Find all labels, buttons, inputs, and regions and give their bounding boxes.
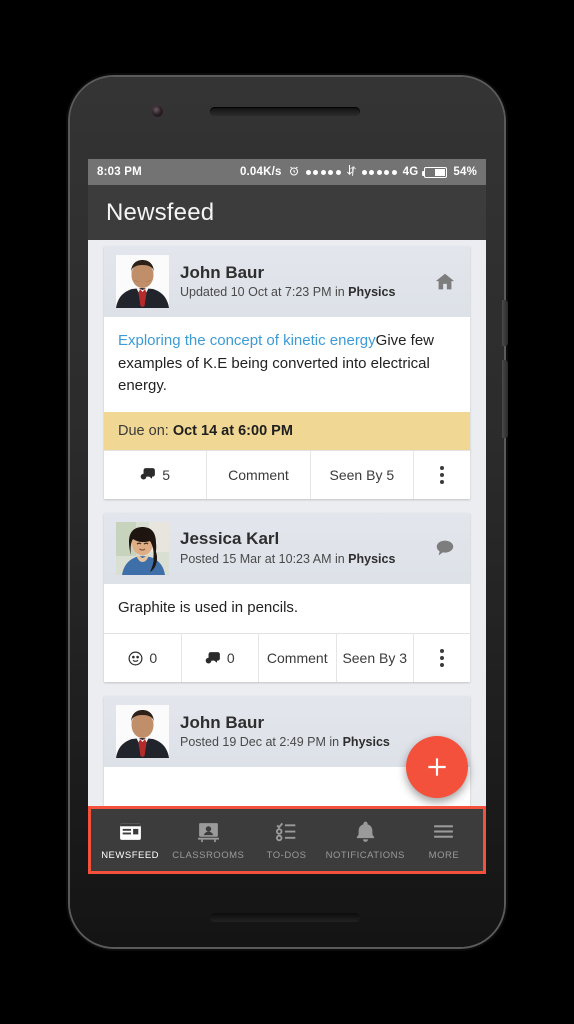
kebab-menu-icon bbox=[439, 465, 444, 484]
status-data-rate: 0.04K/s bbox=[239, 166, 282, 178]
nav-item-notifications[interactable]: NOTIFICATIONS bbox=[326, 809, 405, 871]
due-date-value: Oct 14 at 6:00 PM bbox=[172, 422, 293, 439]
post-classroom: Physics bbox=[348, 285, 396, 300]
battery-icon bbox=[421, 166, 448, 178]
status-time: 8:03 PM bbox=[97, 166, 142, 178]
nav-label: NOTIFICATIONS bbox=[325, 850, 405, 861]
nav-item-todos[interactable]: TO-DOS bbox=[247, 809, 325, 871]
phone-screen: 8:03 PM 0.04K/s 4G 54% Newsfeed John Bau… bbox=[88, 159, 486, 874]
nav-item-classrooms[interactable]: CLASSROOMS bbox=[169, 809, 247, 871]
seen-by-button[interactable]: Seen By 3 bbox=[336, 634, 414, 682]
data-transfer-icon bbox=[346, 165, 356, 179]
app-bar: Newsfeed bbox=[88, 185, 486, 240]
nav-label: NEWSFEED bbox=[101, 850, 160, 861]
post-overflow-button[interactable] bbox=[413, 450, 470, 499]
reactions-count-button[interactable]: 0 bbox=[104, 634, 182, 682]
nav-item-newsfeed[interactable]: NEWSFEED bbox=[91, 809, 169, 871]
plus-icon bbox=[428, 758, 446, 776]
post-author: John Baur bbox=[180, 712, 265, 732]
post-header: Jessica Karl Posted 15 Mar at 10:23 AM i… bbox=[104, 512, 470, 584]
avatar[interactable] bbox=[116, 255, 169, 308]
front-camera-icon bbox=[152, 106, 163, 117]
todos-icon bbox=[276, 822, 296, 842]
avatar[interactable] bbox=[116, 521, 169, 575]
post-meta: Updated 10 Oct at 7:23 PM in Physics bbox=[180, 285, 396, 300]
battery-percent-label: 54% bbox=[453, 166, 477, 178]
comment-button[interactable]: Comment bbox=[207, 450, 311, 499]
post-card[interactable]: John Baur Updated 10 Oct at 7:23 PM in P… bbox=[104, 246, 470, 499]
newsfeed-icon bbox=[119, 823, 141, 840]
hamburger-icon bbox=[434, 825, 454, 838]
nav-label: TO-DOS bbox=[266, 850, 307, 861]
phone-power-button[interactable] bbox=[502, 300, 508, 346]
earpiece-speaker bbox=[210, 107, 360, 116]
network-type-label: 4G bbox=[402, 166, 419, 178]
post-title[interactable]: Exploring the concept of kinetic energy bbox=[118, 332, 376, 349]
alarm-clock-icon bbox=[288, 165, 300, 180]
signal-strength-icon-1 bbox=[305, 169, 341, 175]
post-author: Jessica Karl bbox=[180, 529, 280, 549]
signal-strength-icon-2 bbox=[361, 169, 397, 175]
post-body: Exploring the concept of kinetic energyG… bbox=[104, 317, 470, 412]
create-post-fab[interactable] bbox=[406, 736, 468, 798]
post-card[interactable]: Jessica Karl Posted 15 Mar at 10:23 AM i… bbox=[104, 512, 470, 682]
post-text: Graphite is used in pencils. bbox=[118, 598, 299, 616]
post-classroom: Physics bbox=[342, 735, 390, 750]
seen-by-button[interactable]: Seen By 5 bbox=[310, 450, 414, 499]
post-body: Graphite is used in pencils. bbox=[104, 584, 470, 634]
comments-count-button[interactable]: 5 bbox=[104, 450, 208, 499]
comments-count-button[interactable]: 0 bbox=[181, 634, 259, 682]
post-classroom: Physics bbox=[348, 551, 396, 566]
home-icon bbox=[432, 271, 458, 293]
classrooms-icon bbox=[197, 823, 219, 843]
post-actions: 5 Comment Seen By 5 bbox=[104, 449, 470, 499]
post-author: John Baur bbox=[180, 262, 265, 282]
due-date-bar: Due on: Oct 14 at 6:00 PM bbox=[104, 411, 470, 450]
nav-item-more[interactable]: MORE bbox=[405, 809, 483, 871]
speech-bubble-icon bbox=[432, 537, 458, 559]
page-title: Newsfeed bbox=[106, 198, 215, 226]
nav-label: CLASSROOMS bbox=[172, 850, 245, 861]
post-header: John Baur Updated 10 Oct at 7:23 PM in P… bbox=[104, 246, 470, 317]
avatar[interactable] bbox=[116, 705, 169, 758]
status-bar: 8:03 PM 0.04K/s 4G 54% bbox=[88, 159, 486, 185]
bottom-speaker bbox=[210, 913, 360, 922]
bell-icon bbox=[356, 821, 374, 842]
bottom-nav: NEWSFEED CLASSROOMS TO-DOS NOTIFICATIONS… bbox=[91, 809, 483, 871]
post-meta: Posted 15 Mar at 10:23 AM in Physics bbox=[180, 551, 396, 566]
post-actions: 0 0 Comment Seen By 3 bbox=[104, 633, 470, 682]
kebab-menu-icon bbox=[440, 649, 444, 667]
post-overflow-button[interactable] bbox=[414, 634, 470, 682]
nav-label: MORE bbox=[428, 850, 460, 861]
comment-button[interactable]: Comment bbox=[259, 634, 337, 682]
phone-volume-button[interactable] bbox=[502, 360, 508, 438]
bottom-nav-highlight: NEWSFEED CLASSROOMS TO-DOS NOTIFICATIONS… bbox=[88, 806, 486, 874]
